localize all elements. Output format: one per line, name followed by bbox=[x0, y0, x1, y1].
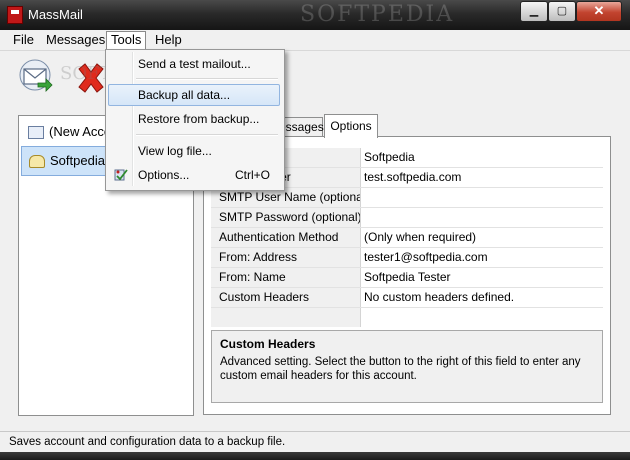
menu-file[interactable]: File bbox=[8, 31, 39, 49]
description-text: Advanced setting. Select the button to t… bbox=[220, 356, 581, 382]
status-text: Saves account and configuration data to … bbox=[9, 436, 286, 448]
property-name: From: Name bbox=[211, 268, 361, 287]
menu-item-options[interactable]: Options... Ctrl+O bbox=[108, 164, 280, 186]
menu-item-view-log[interactable]: View log file... bbox=[108, 140, 280, 162]
property-row[interactable]: SMTP User Name (optional) bbox=[211, 188, 603, 208]
window-frame-bottom bbox=[0, 452, 630, 460]
minimize-icon: ▁ bbox=[529, 5, 539, 17]
menu-item-shortcut: Ctrl+O bbox=[235, 168, 271, 182]
menu-item-backup[interactable]: Backup all data... bbox=[108, 84, 280, 106]
property-name-empty bbox=[211, 308, 361, 327]
property-row[interactable]: SMTP Password (optional) bbox=[211, 208, 603, 228]
tools-dropdown-menu: Send a test mailout... Backup all data..… bbox=[105, 49, 285, 191]
maximize-button[interactable]: ▢ bbox=[548, 1, 576, 22]
property-value[interactable] bbox=[364, 188, 600, 207]
minimize-button[interactable]: ▁ bbox=[520, 1, 548, 22]
menu-help[interactable]: Help bbox=[150, 31, 187, 49]
app-icon bbox=[7, 6, 23, 24]
menu-item-label: Send a test mailout... bbox=[138, 57, 251, 71]
new-mail-icon[interactable] bbox=[18, 59, 54, 95]
tab-options[interactable]: Options bbox=[324, 114, 378, 138]
property-name: Authentication Method bbox=[211, 228, 361, 247]
property-value[interactable]: test.softpedia.com bbox=[364, 168, 600, 187]
close-button[interactable]: ✕ bbox=[576, 1, 622, 22]
close-icon: ✕ bbox=[593, 3, 605, 18]
property-row[interactable]: From: Address tester1@softpedia.com bbox=[211, 248, 603, 268]
menu-item-send-test[interactable]: Send a test mailout... bbox=[108, 53, 280, 75]
status-bar: Saves account and configuration data to … bbox=[0, 431, 630, 452]
menu-bar: File Messages Tools Help bbox=[0, 30, 630, 51]
property-row[interactable]: Custom Headers No custom headers defined… bbox=[211, 288, 603, 308]
menu-messages[interactable]: Messages bbox=[41, 31, 110, 49]
description-title: Custom Headers bbox=[220, 337, 316, 351]
property-row-empty bbox=[211, 308, 603, 327]
account-label: Softpedia bbox=[50, 153, 105, 168]
menu-item-label: View log file... bbox=[138, 144, 212, 158]
description-box: Custom Headers Advanced setting. Select … bbox=[211, 330, 603, 403]
property-value[interactable] bbox=[364, 208, 600, 227]
account-icon bbox=[28, 126, 44, 139]
property-value[interactable]: Softpedia bbox=[364, 148, 600, 167]
options-icon bbox=[114, 169, 128, 181]
menu-item-label: Backup all data... bbox=[138, 88, 231, 102]
property-row[interactable]: From: Name Softpedia Tester bbox=[211, 268, 603, 288]
toolbar: SOFTPEDIA bbox=[0, 51, 630, 107]
window-title: MassMail bbox=[28, 7, 83, 22]
property-value[interactable]: No custom headers defined. bbox=[364, 288, 600, 307]
account-label: (New Acco bbox=[49, 124, 112, 139]
property-name: SMTP Password (optional) bbox=[211, 208, 361, 227]
menu-separator bbox=[136, 78, 278, 80]
menu-separator bbox=[136, 134, 278, 136]
property-value[interactable]: Softpedia Tester bbox=[364, 268, 600, 287]
menu-item-label: Restore from backup... bbox=[138, 112, 260, 126]
menu-item-restore[interactable]: Restore from backup... bbox=[108, 108, 280, 130]
property-name: From: Address bbox=[211, 248, 361, 267]
property-name: Custom Headers bbox=[211, 288, 361, 307]
maximize-icon: ▢ bbox=[556, 5, 568, 17]
title-bar[interactable]: MassMail SOFTPEDIA ▁ ▢ ✕ bbox=[0, 0, 630, 30]
watermark-text: SOFTPEDIA bbox=[300, 2, 455, 27]
account-selected-icon bbox=[29, 155, 45, 168]
menu-tools[interactable]: Tools bbox=[106, 31, 147, 50]
property-value[interactable]: (Only when required) bbox=[364, 228, 600, 247]
property-row[interactable]: Authentication Method (Only when require… bbox=[211, 228, 603, 248]
property-value[interactable]: tester1@softpedia.com bbox=[364, 248, 600, 267]
menu-item-label: Options... bbox=[138, 168, 190, 182]
app-window: MassMail SOFTPEDIA ▁ ▢ ✕ File Messages T… bbox=[0, 0, 630, 460]
